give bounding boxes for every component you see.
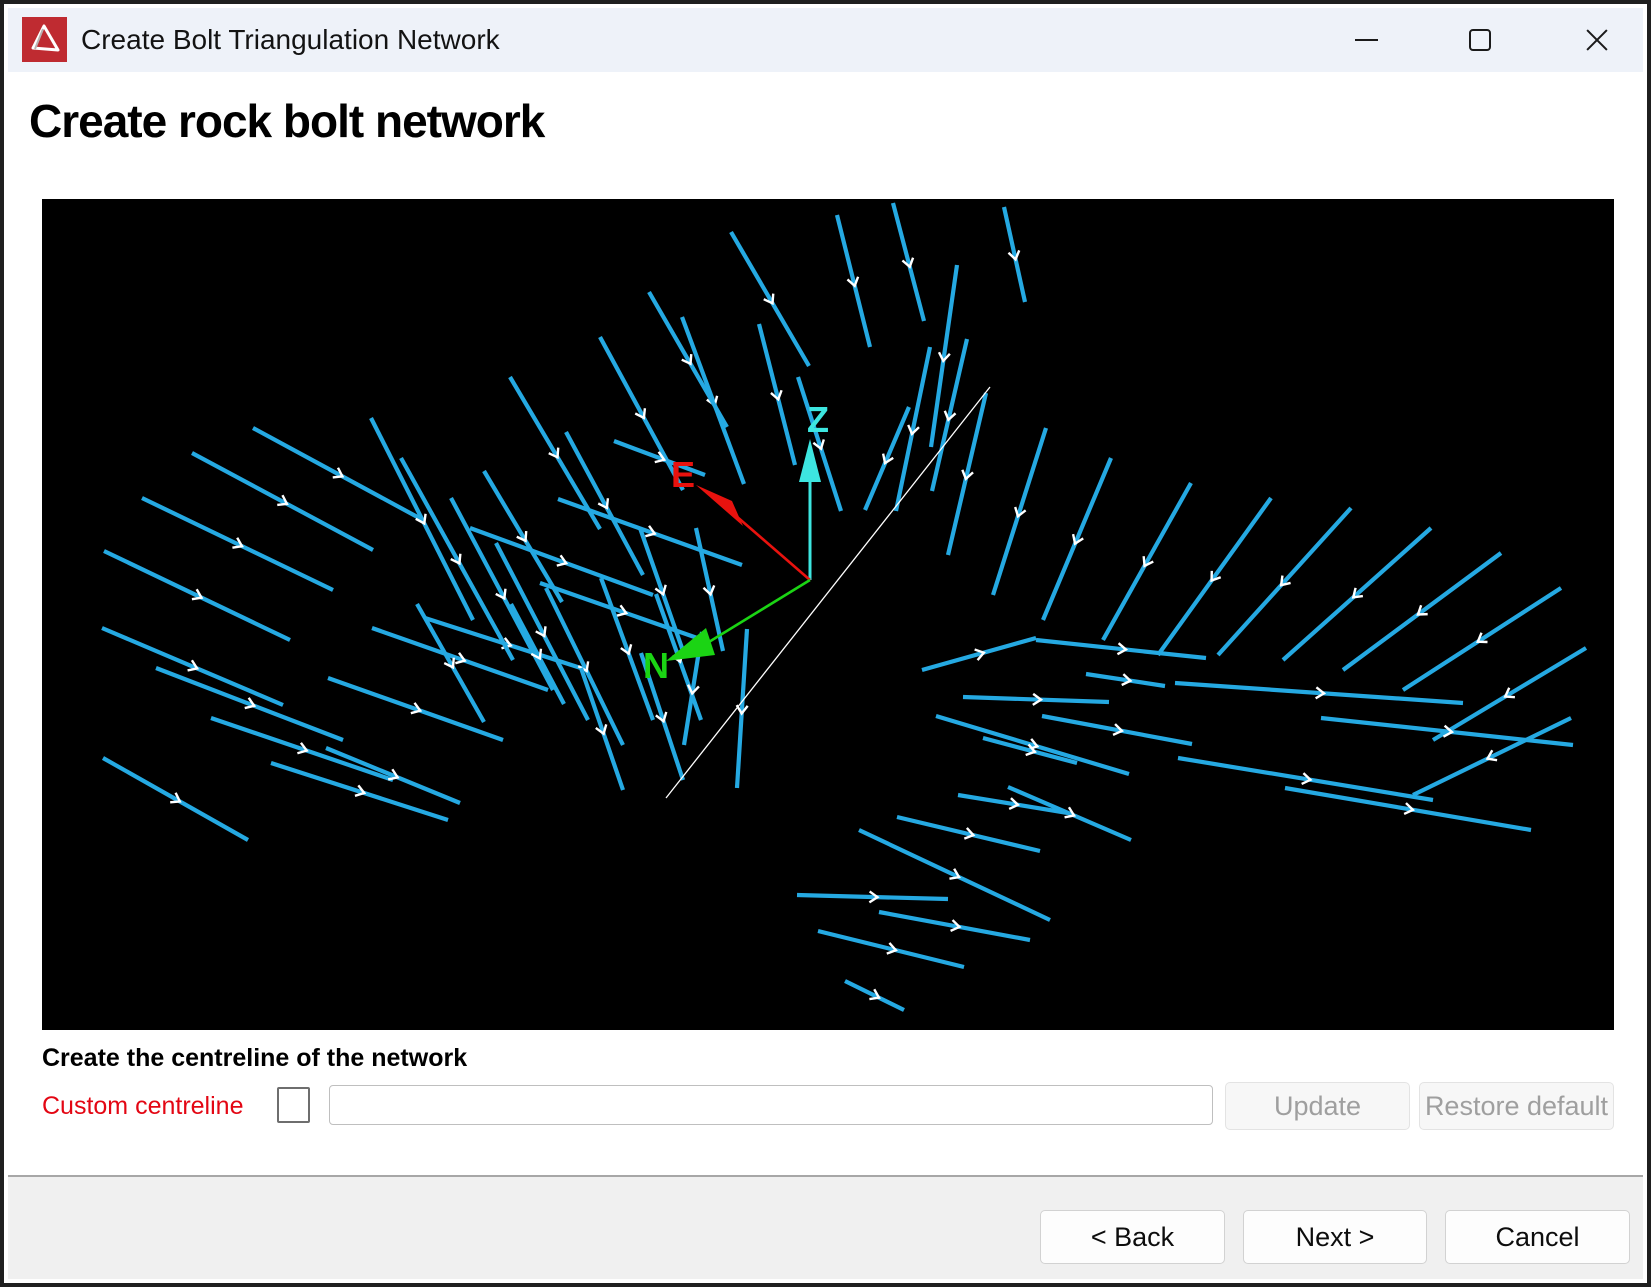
restore-default-button[interactable]: Restore default <box>1419 1082 1614 1130</box>
svg-text:E: E <box>671 454 695 495</box>
svg-text:N: N <box>643 645 669 686</box>
minimize-button[interactable] <box>1336 17 1396 63</box>
dialog-window: Create Bolt Triangulation Network Create… <box>0 0 1651 1287</box>
titlebar: Create Bolt Triangulation Network <box>8 8 1643 72</box>
centreline-section-heading: Create the centreline of the network <box>42 1044 468 1072</box>
bolt-network-canvas: Z E N <box>101 202 1588 1012</box>
cancel-button[interactable]: Cancel <box>1445 1210 1630 1264</box>
centreline-input[interactable] <box>329 1085 1213 1125</box>
page-title: Create rock bolt network <box>29 95 545 147</box>
custom-centreline-label: Custom centreline <box>42 1092 244 1120</box>
svg-text:Z: Z <box>807 399 829 440</box>
maximize-button[interactable] <box>1450 17 1510 63</box>
close-button[interactable] <box>1567 17 1627 63</box>
next-button[interactable]: Next > <box>1243 1210 1427 1264</box>
bolt-3d-viewport[interactable]: Z E N <box>42 199 1614 1030</box>
close-icon <box>1585 28 1609 52</box>
maximize-icon <box>1469 29 1491 51</box>
back-button[interactable]: < Back <box>1040 1210 1225 1264</box>
window-title: Create Bolt Triangulation Network <box>81 24 500 55</box>
update-button[interactable]: Update <box>1225 1082 1410 1130</box>
minimize-icon <box>1354 39 1378 41</box>
custom-centreline-checkbox[interactable] <box>277 1087 310 1123</box>
app-logo-icon <box>22 17 67 62</box>
